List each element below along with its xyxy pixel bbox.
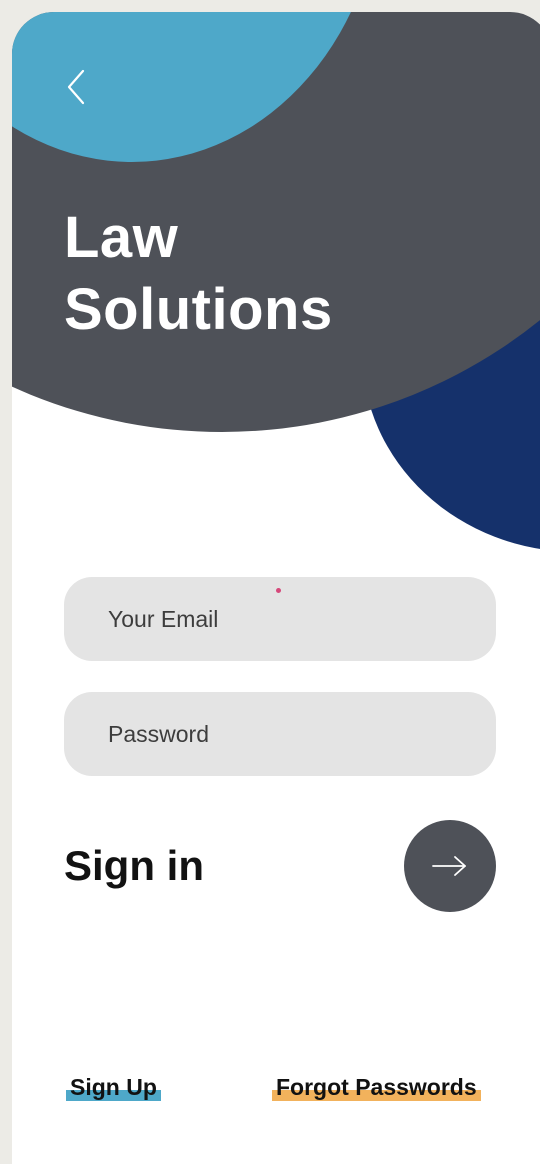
login-screen: Law Solutions Sign in Sign Up Forgot Pas… (12, 12, 540, 1164)
signup-label: Sign Up (70, 1074, 157, 1100)
forgot-label: Forgot Passwords (276, 1074, 477, 1100)
email-input[interactable] (106, 604, 496, 634)
password-input[interactable] (106, 719, 496, 749)
arrow-right-icon (432, 856, 466, 876)
forgot-password-link[interactable]: Forgot Passwords (272, 1074, 481, 1101)
title-line-1: Law (64, 205, 179, 270)
signup-link[interactable]: Sign Up (66, 1074, 161, 1101)
title-line-2: Solutions (64, 277, 333, 342)
cursor-dot (276, 588, 281, 593)
password-field[interactable] (64, 692, 496, 776)
page-title: Law Solutions (64, 202, 333, 346)
chevron-left-icon (67, 69, 85, 105)
signin-submit-button[interactable] (404, 820, 496, 912)
signin-label: Sign in (64, 842, 204, 889)
back-button[interactable] (56, 62, 96, 112)
